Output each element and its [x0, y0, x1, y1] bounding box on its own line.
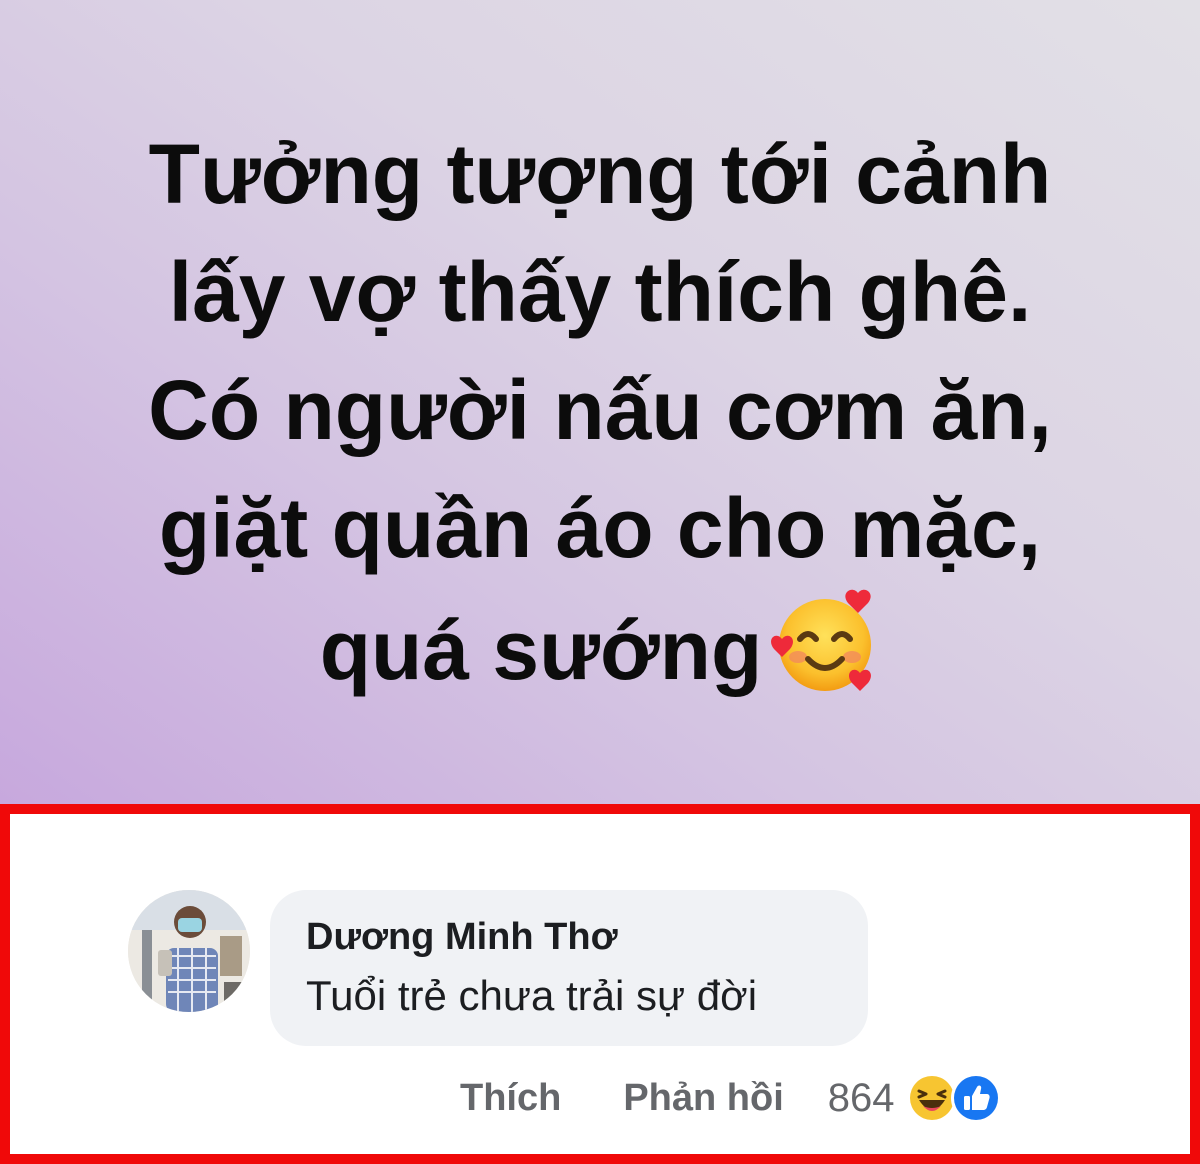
- post-line: quá sướng: [319, 603, 763, 697]
- reply-button[interactable]: Phản hồi: [623, 1077, 783, 1120]
- highlighted-comment-box: Dương Minh Thơ Tuổi trẻ chưa trải sự đời…: [0, 804, 1200, 1164]
- post-line: lấy vợ thấy thích ghê.: [168, 245, 1032, 339]
- comment-author-name[interactable]: Dương Minh Thơ: [306, 916, 618, 959]
- comment-bubble: Dương Minh Thơ Tuổi trẻ chưa trải sự đời: [270, 890, 868, 1046]
- like-button[interactable]: Thích: [460, 1077, 561, 1120]
- post-line-last: quá sướng: [80, 587, 1120, 709]
- smiling-face-with-hearts-icon: [770, 587, 880, 697]
- reaction-count[interactable]: 864: [828, 1076, 895, 1121]
- comment-actions: Thích Phản hồi 864: [460, 1072, 1001, 1124]
- post-line: Tưởng tượng tới cảnh: [148, 127, 1052, 221]
- reaction-icons[interactable]: [906, 1073, 1001, 1123]
- post-text: Tưởng tượng tới cảnh lấy vợ thấy thích g…: [80, 115, 1120, 709]
- comment-text: Tuổi trẻ chưa trải sự đời: [306, 972, 758, 1019]
- haha-reaction-icon: [906, 1073, 957, 1123]
- post-line: Có người nấu cơm ăn,: [148, 363, 1052, 457]
- post-line: giặt quần áo cho mặc,: [158, 481, 1042, 575]
- like-reaction-icon: [950, 1073, 1001, 1123]
- text-post-background: Tưởng tượng tới cảnh lấy vợ thấy thích g…: [0, 0, 1200, 804]
- avatar[interactable]: [128, 890, 250, 1012]
